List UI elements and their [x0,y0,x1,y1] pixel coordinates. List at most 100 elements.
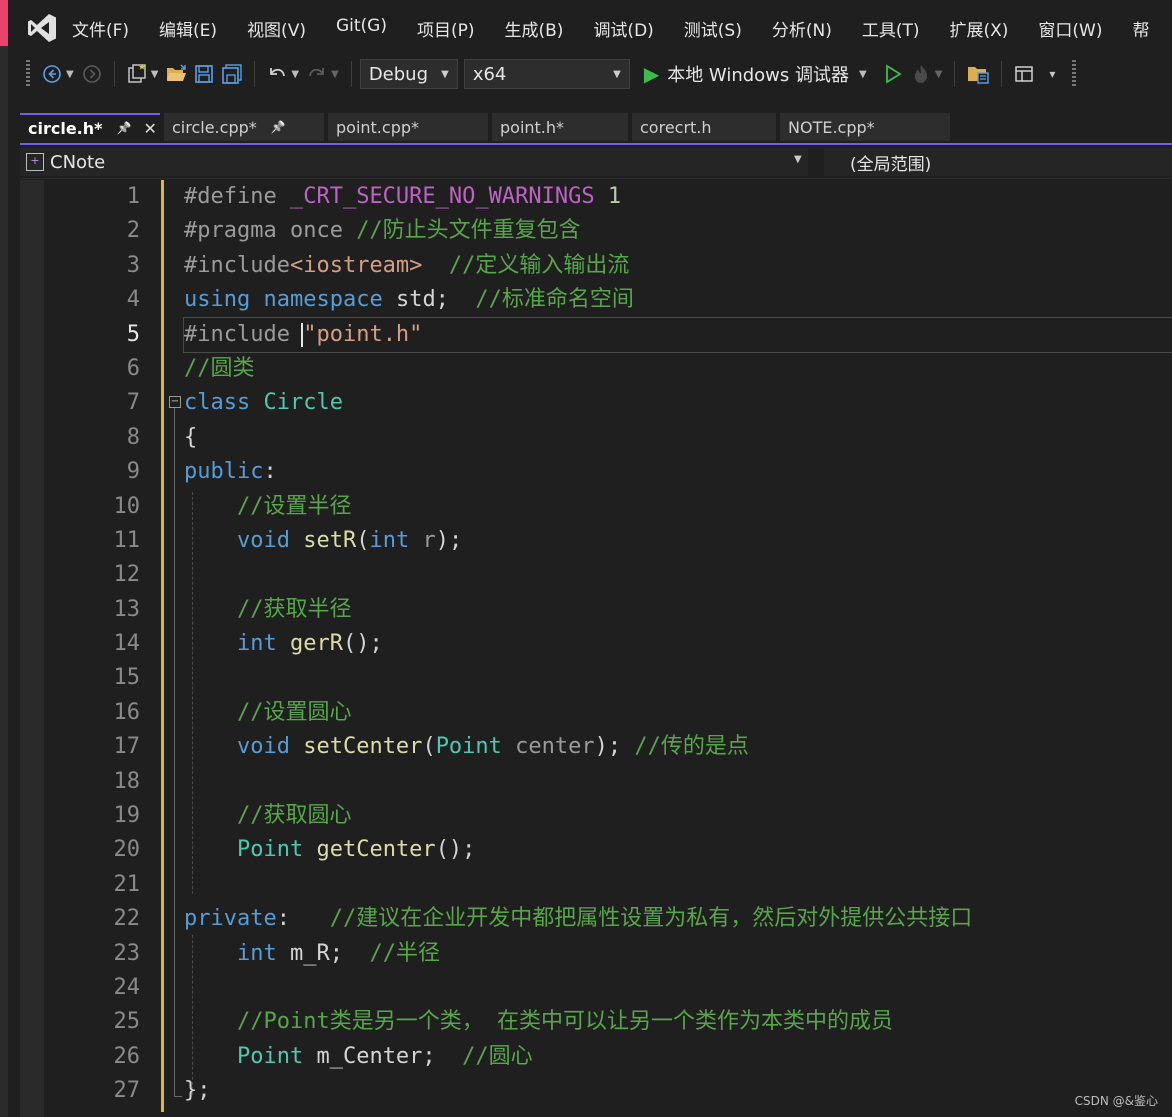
code-token: void [236,527,290,553]
menu-item[interactable]: 分析(N) [772,16,832,41]
code-line[interactable]: public: [184,455,1172,489]
code-line[interactable]: int gerR(); [184,627,1172,661]
code-line[interactable]: //圆类 [184,352,1172,386]
code-line[interactable] [184,971,1172,1005]
code-line[interactable]: #pragma once //防止头文件重复包含 [184,214,1172,248]
menu-item[interactable]: 扩展(X) [950,16,1009,41]
hot-reload-dropdown-icon[interactable]: ▼ [935,69,943,80]
code-line[interactable]: Point m_Center; //圆心 [184,1040,1172,1074]
code-line[interactable]: Point getCenter(); [184,833,1172,867]
undo-icon[interactable] [266,60,288,88]
menu-item[interactable]: Git(G) [336,16,387,41]
open-folder-icon[interactable] [165,60,187,88]
code-text[interactable]: #define _CRT_SECURE_NO_WARNINGS 1 #pragma… [183,180,1172,1109]
line-number: 25 [113,1009,141,1035]
document-tab[interactable]: point.cpp* [328,113,488,141]
code-line[interactable]: int m_R; //半径 [184,937,1172,971]
close-icon[interactable]: ✕ [143,119,156,138]
code-line[interactable]: class Circle [184,386,1172,420]
menu-item[interactable]: 视图(V) [247,16,306,41]
document-tab[interactable]: circle.cpp* 📌 [164,113,324,141]
document-tab[interactable]: point.h* [492,113,628,141]
solution-platform-select[interactable]: x64 ▼ [463,59,630,89]
redo-dropdown-icon[interactable]: ▼ [331,69,339,80]
visual-studio-logo-icon[interactable] [26,11,58,45]
menu-item[interactable]: 文件(F) [72,16,129,41]
toolbar-overflow-icon[interactable]: ▾ [1041,60,1063,88]
chevron-down-icon[interactable]: ▼ [794,154,802,165]
save-icon[interactable] [193,60,215,88]
code-line[interactable]: //获取圆心 [184,799,1172,833]
start-debugging-dropdown-icon[interactable]: ▼ [859,69,867,80]
menu-item[interactable]: 帮 [1133,16,1150,41]
menu-item[interactable]: 窗口(W) [1038,16,1102,41]
code-line[interactable] [184,765,1172,799]
visual-studio-window: 文件(F) 编辑(E) 视图(V) Git(G) 项目(P) 生成(B) 调试(D) 测试(S… [8,0,1172,1117]
menu-item[interactable]: 测试(S) [684,16,742,41]
code-line[interactable]: //Point类是另一个类， 在类中可以让另一个类作为本类中的成员 [184,1005,1172,1039]
new-item-dropdown-icon[interactable]: ▼ [151,69,159,80]
forward-icon[interactable] [81,60,103,88]
code-line[interactable]: void setR(int r); [184,524,1172,558]
code-line[interactable]: private: //建议在企业开发中都把属性设置为私有，然后对外提供公共接口 [184,902,1172,936]
menu-item[interactable]: 调试(D) [593,16,653,41]
code-token: int [236,940,277,966]
start-without-debugging-icon[interactable] [882,60,904,88]
line-number: 16 [113,699,141,725]
start-debugging-button[interactable]: ▶ 本地 Windows 调试器 ▼ [644,61,871,87]
pin-icon[interactable]: 📌 [271,120,286,134]
collapse-icon[interactable]: − [169,396,181,408]
document-tab[interactable]: circle.h* 📌 ✕ [20,113,160,141]
toolbar-grip[interactable] [1072,60,1077,88]
line-number: 2 [126,218,140,244]
menu-item[interactable]: 生成(B) [505,16,564,41]
line-number: 14 [113,631,141,657]
code-token: : [276,906,330,932]
code-token: namespace [263,287,383,313]
back-dropdown-icon[interactable]: ▼ [66,69,74,80]
code-line[interactable] [184,661,1172,695]
save-all-icon[interactable] [221,60,243,88]
code-line[interactable] [184,558,1172,592]
menu-item[interactable]: 工具(T) [862,16,920,41]
class-navigation-dropdown[interactable]: + CNote [20,148,808,176]
new-project-icon[interactable] [126,60,148,88]
code-line[interactable]: { [184,421,1172,455]
document-tab-label: NOTE.cpp* [788,117,875,137]
code-line[interactable]: }; [184,1074,1172,1108]
code-line[interactable]: using namespace std; //标准命名空间 [184,283,1172,317]
code-line[interactable]: //设置圆心 [184,696,1172,730]
code-line[interactable]: #include "point.h" [183,316,1172,353]
pin-icon[interactable]: 📌 [117,121,132,135]
code-editor[interactable]: 1 2 3 4 5 6 7 8 9 10 11 12 13 14 15 16 17 18 19 20 21 22 23 24 2… [20,180,1172,1117]
back-icon[interactable] [41,60,63,88]
code-token: ); [594,734,635,760]
undo-dropdown-icon[interactable]: ▼ [291,69,299,80]
document-tab[interactable]: corecrt.h [632,113,776,141]
toolbar-grip[interactable] [26,60,30,88]
chevron-down-icon: ▼ [441,68,449,80]
document-tab[interactable]: NOTE.cpp* [780,113,950,141]
code-line[interactable]: #define _CRT_SECURE_NO_WARNINGS 1 [184,180,1172,214]
start-debugging-label: 本地 Windows 调试器 [667,65,849,86]
code-line[interactable]: //设置半径 [184,490,1172,524]
code-token: getCenter [316,837,436,863]
line-number: 23 [113,940,141,966]
code-line[interactable]: #include<iostream> //定义输入输出流 [184,249,1172,283]
line-number: 1 [126,184,140,209]
menu-item[interactable]: 编辑(E) [159,16,217,41]
menu-item[interactable]: 项目(P) [417,16,475,41]
hot-reload-icon[interactable] [910,60,932,88]
code-line[interactable] [184,868,1172,902]
scope-navigation-dropdown[interactable]: (全局范围) [824,148,1172,176]
solution-explorer-icon[interactable] [966,60,990,88]
solution-configuration-select[interactable]: Debug ▼ [359,59,458,89]
solution-platform-value: x64 [472,63,507,85]
code-line[interactable]: void setCenter(Point center); //传的是点 [184,730,1172,764]
redo-icon[interactable] [306,60,328,88]
code-line[interactable]: //获取半径 [184,593,1172,627]
layout-icon[interactable] [1013,60,1035,88]
